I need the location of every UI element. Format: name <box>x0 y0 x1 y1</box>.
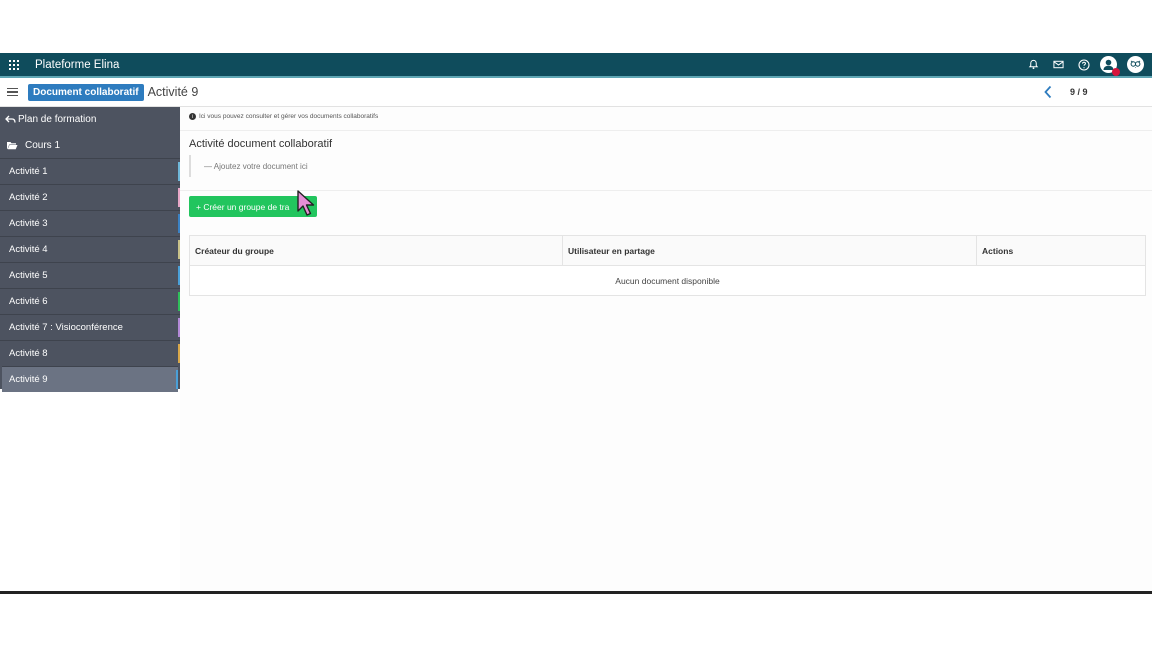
sidebar-item-activity-3[interactable]: Activité 3 <box>0 210 180 236</box>
sidebar-item-label: Activité 5 <box>9 270 48 281</box>
sidebar-item-label: Activité 3 <box>9 218 48 229</box>
sidebar-item-activity-8[interactable]: Activité 8 <box>0 340 180 366</box>
groups-table: Créateur du groupe Utilisateur en partag… <box>189 235 1146 296</box>
app-title[interactable]: Plateforme Elina <box>35 59 119 71</box>
activity-color-stripe <box>176 370 178 389</box>
main-content: i Ici vous pouvez consulter et gérer vos… <box>180 107 1152 591</box>
sub-header: Document collaboratif Activité 9 9 / 9 <box>0 78 1152 107</box>
page-counter: 9 / 9 <box>1070 87 1088 97</box>
document-placeholder: — Ajoutez votre document ici <box>189 155 308 177</box>
top-bar: Plateforme Elina <box>0 53 1152 78</box>
divider <box>180 130 1152 131</box>
sidebar-course-label: Cours 1 <box>25 139 61 151</box>
sidebar-item-label: Activité 2 <box>9 192 48 203</box>
column-header-creator[interactable]: Créateur du groupe <box>190 236 563 265</box>
notification-dot <box>1112 68 1120 76</box>
user-avatar[interactable] <box>1096 53 1121 76</box>
bottom-border <box>0 591 1152 594</box>
help-icon[interactable] <box>1071 53 1096 76</box>
folder-open-icon <box>7 141 18 149</box>
mouse-cursor-icon <box>296 190 318 223</box>
sidebar-item-label: Activité 4 <box>9 244 48 255</box>
sidebar-item-activity-5[interactable]: Activité 5 <box>0 262 180 288</box>
sidebar-item-activity-6[interactable]: Activité 6 <box>0 288 180 314</box>
activity-type-badge: Document collaboratif <box>28 83 144 101</box>
column-header-actions[interactable]: Actions <box>977 236 1143 265</box>
activity-title: Activité 9 <box>147 85 199 99</box>
course-sidebar: Plan de formation Cours 1 Activité 1 Acti… <box>0 107 180 392</box>
sidebar-course[interactable]: Cours 1 <box>0 132 180 158</box>
back-arrow-icon <box>5 115 16 123</box>
sidebar-item-activity-7[interactable]: Activité 7 : Visioconférence <box>0 314 180 340</box>
apps-grid-icon[interactable] <box>9 59 19 70</box>
table-header: Créateur du groupe Utilisateur en partag… <box>190 236 1145 266</box>
menu-icon[interactable] <box>7 87 18 97</box>
bell-icon[interactable] <box>1021 53 1046 76</box>
info-label: Ici vous pouvez consulter et gérer vos d… <box>199 113 379 120</box>
chevron-left-icon[interactable] <box>1040 84 1056 100</box>
column-header-shared-user[interactable]: Utilisateur en partage <box>563 236 977 265</box>
sidebar-item-label: Activité 1 <box>9 166 48 177</box>
sidebar-plan-link[interactable]: Plan de formation <box>0 107 180 132</box>
section-title: Activité document collaboratif <box>189 138 333 150</box>
sidebar-item-activity-2[interactable]: Activité 2 <box>0 184 180 210</box>
sidebar-item-label: Activité 9 <box>9 374 48 385</box>
divider <box>180 190 1152 191</box>
sidebar-item-activity-1[interactable]: Activité 1 <box>0 158 180 184</box>
empty-table-message: Aucun document disponible <box>615 275 720 286</box>
sidebar-item-label: Activité 7 : Visioconférence <box>9 322 123 333</box>
activity-pager: 9 / 9 <box>1040 78 1088 106</box>
info-text: i Ici vous pouvez consulter et gérer vos… <box>189 113 378 120</box>
sidebar-item-label: Activité 8 <box>9 348 48 359</box>
sidebar-item-activity-4[interactable]: Activité 4 <box>0 236 180 262</box>
mail-icon[interactable] <box>1046 53 1071 76</box>
owl-avatar[interactable] <box>1127 56 1144 73</box>
sidebar-item-label: Activité 6 <box>9 296 48 307</box>
sidebar-plan-label: Plan de formation <box>18 114 97 125</box>
sidebar-item-activity-9[interactable]: Activité 9 <box>2 366 178 392</box>
top-right-actions <box>1021 53 1152 76</box>
info-icon: i <box>189 113 196 120</box>
